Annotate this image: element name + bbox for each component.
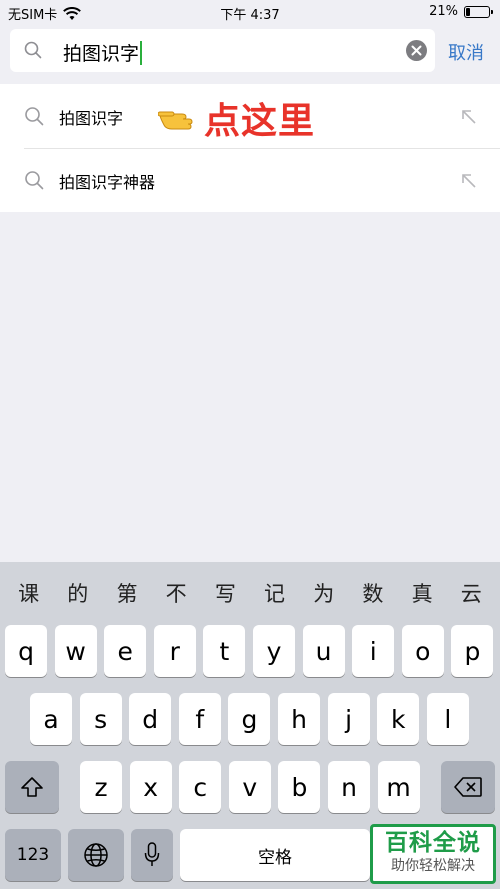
letter-key[interactable]: d — [129, 693, 172, 745]
dictation-key[interactable] — [131, 829, 173, 881]
suggestion-item[interactable]: 拍图识字神器 — [0, 148, 500, 212]
candidate-word[interactable]: 课 — [9, 578, 49, 608]
suggestion-list: 拍图识字 点这里 拍图识字神器 — [0, 84, 500, 212]
text-cursor — [140, 40, 143, 65]
annotation-text: 点这里 — [204, 101, 316, 142]
candidate-word[interactable]: 真 — [402, 578, 442, 608]
letter-key[interactable]: q — [5, 625, 47, 677]
letter-key[interactable]: s — [79, 693, 122, 745]
candidate-word[interactable]: 写 — [205, 578, 245, 608]
letter-key[interactable]: j — [327, 693, 370, 745]
shift-icon — [21, 777, 43, 797]
close-icon — [411, 45, 422, 56]
letter-key[interactable]: g — [228, 693, 271, 745]
tap-here-annotation: 点这里 — [158, 92, 315, 144]
candidate-word[interactable]: 不 — [156, 578, 196, 608]
numbers-key[interactable]: 123 — [5, 829, 61, 881]
candidate-word[interactable]: 为 — [304, 578, 344, 608]
letter-key[interactable]: o — [401, 625, 444, 677]
letter-key[interactable]: e — [104, 625, 147, 677]
letter-key[interactable]: l — [426, 693, 469, 745]
letter-key[interactable]: a — [30, 693, 72, 745]
search-input[interactable]: 拍图识字 — [63, 39, 143, 66]
globe-key[interactable] — [68, 829, 124, 881]
battery-fill — [466, 7, 470, 16]
letter-key[interactable]: v — [228, 761, 271, 813]
cancel-button[interactable]: 取消 — [448, 39, 484, 65]
candidate-bar: 课 的 第 不 写 记 为 数 真 云 — [0, 562, 500, 624]
search-icon — [25, 171, 44, 190]
battery-percent: 21% — [429, 4, 458, 19]
letter-key[interactable]: w — [54, 625, 97, 677]
status-bar: 无SIM卡 下午 4:37 21% — [0, 0, 500, 26]
suggestion-label: 拍图识字神器 — [59, 173, 156, 192]
fill-query-arrow-icon[interactable] — [460, 172, 478, 190]
letter-key[interactable]: z — [80, 761, 122, 813]
pointing-hand-icon — [158, 111, 193, 130]
fill-query-arrow-icon[interactable] — [460, 108, 478, 126]
search-icon — [25, 107, 44, 126]
search-field[interactable]: 拍图识字 — [10, 29, 435, 72]
battery-status: 21% — [429, 4, 493, 19]
letter-key[interactable]: h — [278, 693, 320, 745]
letter-key[interactable]: f — [178, 693, 221, 745]
suggestion-label: 拍图识字 — [59, 109, 124, 128]
globe-icon — [84, 843, 108, 867]
backspace-key[interactable] — [441, 761, 495, 813]
suggestion-item[interactable]: 拍图识字 点这里 — [0, 84, 500, 149]
letter-key[interactable]: y — [253, 625, 295, 677]
letter-key[interactable]: x — [129, 761, 172, 813]
watermark-subtitle: 助你轻松解决 — [391, 858, 475, 874]
candidate-word[interactable]: 云 — [451, 578, 491, 608]
search-icon — [24, 41, 42, 59]
backspace-icon — [454, 777, 482, 797]
letter-key[interactable]: r — [153, 625, 196, 677]
battery-icon — [464, 5, 493, 18]
candidate-word[interactable]: 的 — [58, 578, 98, 608]
status-time: 下午 4:37 — [220, 8, 280, 23]
letter-key[interactable]: t — [203, 625, 246, 677]
shift-key[interactable] — [5, 761, 59, 813]
letter-key[interactable]: p — [451, 625, 494, 677]
letter-key[interactable]: k — [377, 693, 420, 745]
letter-key[interactable]: b — [278, 761, 321, 813]
watermark-logo: 百科全说 助你轻松解决 — [370, 824, 496, 884]
search-query-text: 拍图识字 — [63, 43, 140, 65]
letter-key[interactable]: c — [179, 761, 222, 813]
letter-key[interactable]: n — [328, 761, 370, 813]
candidate-word[interactable]: 记 — [255, 578, 295, 608]
microphone-icon — [144, 842, 160, 866]
letter-key[interactable]: u — [302, 625, 345, 677]
letter-key[interactable]: m — [377, 761, 420, 813]
candidate-word[interactable]: 第 — [107, 578, 147, 608]
candidate-word[interactable]: 数 — [353, 578, 393, 608]
space-key[interactable]: 空格 — [180, 829, 370, 881]
letter-key[interactable]: i — [352, 625, 395, 677]
clear-search-button[interactable] — [406, 40, 427, 61]
watermark-title: 百科全说 — [385, 830, 481, 856]
